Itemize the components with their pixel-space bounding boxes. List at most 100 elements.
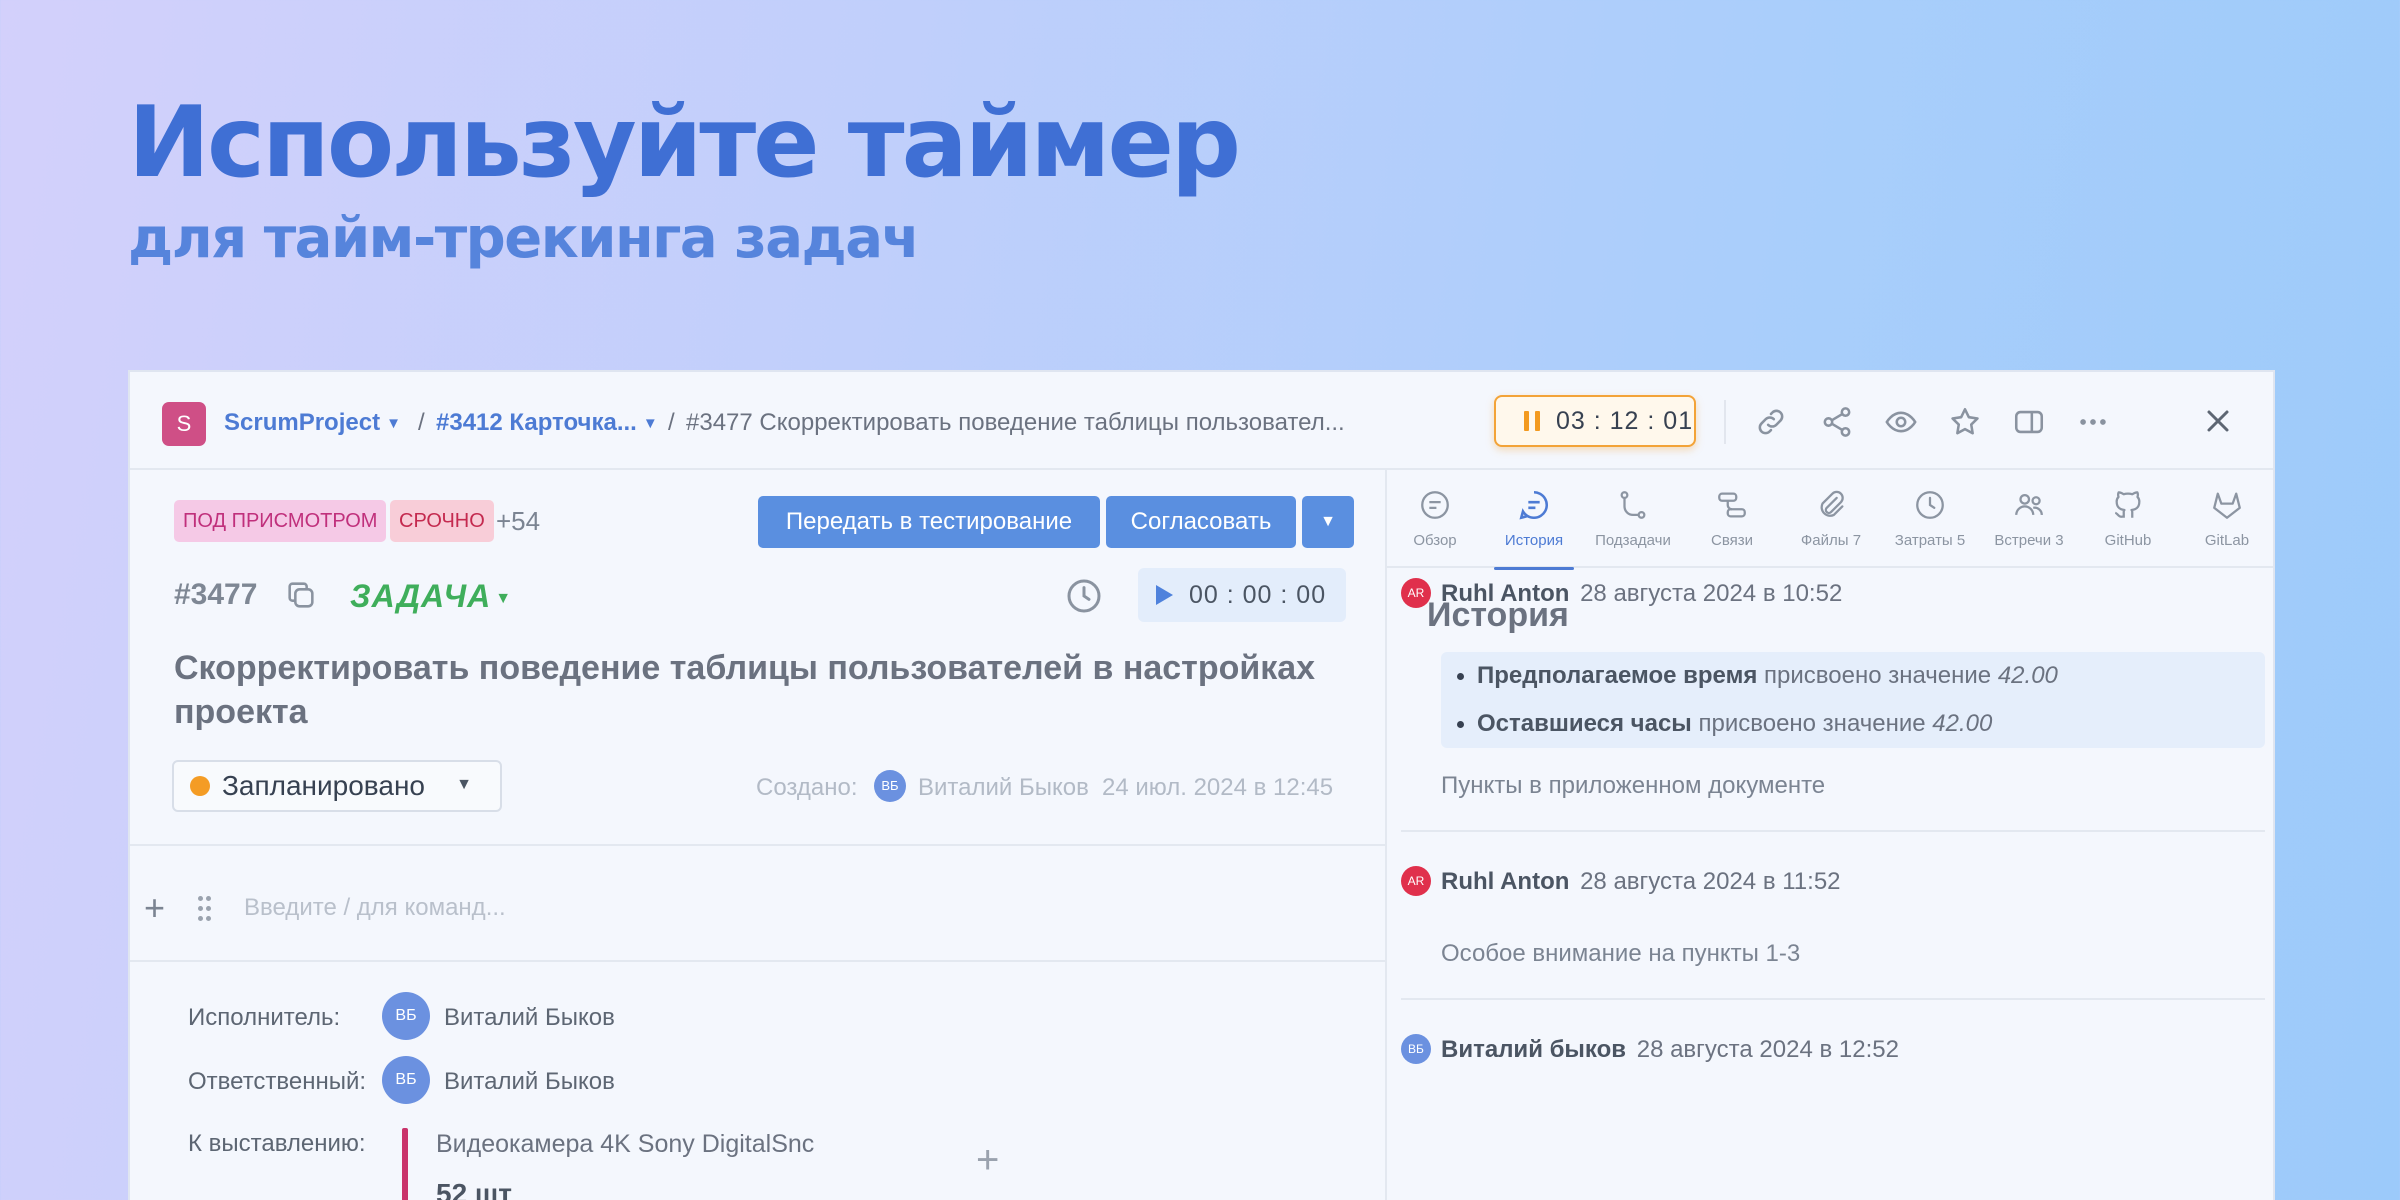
breadcrumb-separator: / bbox=[418, 409, 425, 436]
product-name[interactable]: Видеокамера 4K Sony DigitalSnc bbox=[436, 1130, 814, 1159]
project-avatar[interactable]: S bbox=[162, 402, 206, 446]
breadcrumb-project-label: ScrumProject bbox=[224, 409, 381, 436]
billing-label: К выставлению: bbox=[188, 1130, 366, 1157]
description-editor[interactable]: Введите / для команд... bbox=[244, 894, 506, 922]
clock-icon[interactable] bbox=[1064, 576, 1104, 616]
tag-urgent[interactable]: СРОЧНО bbox=[390, 500, 494, 542]
task-details-panel: ПОД ПРИСМОТРОМ СРОЧНО +54 Передать в тес… bbox=[130, 470, 1385, 1200]
panel-tabs: Обзор История Подзадачи Связи Файлы 7 За… bbox=[1387, 470, 2273, 570]
eye-icon[interactable] bbox=[1884, 405, 1918, 439]
change-value: 42.00 bbox=[1997, 662, 2058, 689]
change-field: Предполагаемое время bbox=[1477, 662, 1758, 689]
responsible-value[interactable]: Виталий Быков bbox=[444, 1068, 615, 1096]
tab-github[interactable]: GitHub bbox=[2080, 488, 2176, 568]
task-timer-value: 00 : 00 : 00 bbox=[1189, 580, 1327, 609]
copy-icon[interactable] bbox=[284, 578, 318, 612]
subtasks-icon bbox=[1620, 491, 1646, 519]
assignee-label: Исполнитель: bbox=[188, 1004, 341, 1031]
send-to-testing-button[interactable]: Передать в тестирование bbox=[758, 496, 1100, 548]
more-actions-dropdown[interactable]: ▼ bbox=[1302, 496, 1354, 548]
breadcrumb-parent-label: #3412 Карточка... bbox=[436, 409, 637, 436]
status-dropdown[interactable]: Запланировано ▼ bbox=[172, 760, 502, 812]
tab-label: Обзор bbox=[1413, 532, 1457, 549]
history-icon bbox=[1519, 490, 1548, 520]
pause-icon[interactable] bbox=[1524, 411, 1540, 431]
history-author-name: Виталий быков bbox=[1441, 1036, 1627, 1063]
overview-icon bbox=[1421, 491, 1449, 519]
divider bbox=[1401, 830, 2265, 832]
add-block-icon[interactable]: + bbox=[144, 890, 165, 926]
clock-icon bbox=[1916, 491, 1944, 519]
chevron-down-icon: ▼ bbox=[1320, 513, 1336, 530]
breadcrumb-parent[interactable]: #3412 Карточка... ▼ bbox=[436, 409, 658, 437]
activity-panel: Обзор История Подзадачи Связи Файлы 7 За… bbox=[1385, 470, 2273, 1200]
history-date: 28 августа 2024 в 11:52 bbox=[1580, 868, 1841, 895]
approve-button[interactable]: Согласовать bbox=[1106, 496, 1296, 548]
star-icon[interactable] bbox=[1948, 405, 1982, 439]
sidebar-icon[interactable] bbox=[2012, 405, 2046, 439]
running-timer[interactable]: 03 : 12 : 01 bbox=[1494, 395, 1696, 447]
people-icon bbox=[2015, 493, 2043, 516]
created-by: Виталий Быков bbox=[918, 774, 1089, 801]
divider bbox=[1401, 998, 2265, 1000]
breadcrumb-current: #3477 Скорректировать поведение таблицы … bbox=[686, 409, 1345, 436]
tab-label: GitHub bbox=[2104, 532, 2152, 549]
history-author-name: Ruhl Anton bbox=[1441, 580, 1570, 607]
avatar: AR bbox=[1401, 866, 1431, 896]
play-icon[interactable] bbox=[1156, 585, 1173, 605]
link-icon[interactable] bbox=[1754, 405, 1788, 439]
change-text: присвоено значение bbox=[1764, 662, 1992, 689]
tab-overview[interactable]: Обзор bbox=[1387, 488, 1483, 568]
tab-subtasks[interactable]: Подзадачи bbox=[1585, 488, 1681, 568]
close-icon[interactable] bbox=[2200, 403, 2236, 439]
github-icon bbox=[2114, 491, 2141, 518]
history-author: Виталий быков 28 августа 2024 в 12:52 bbox=[1441, 1036, 1899, 1064]
chevron-down-icon: ▼ bbox=[495, 590, 513, 607]
tab-label: Затраты 5 bbox=[1894, 532, 1966, 549]
task-type-label: ЗАДАЧА bbox=[350, 578, 492, 614]
tab-history[interactable]: История bbox=[1486, 488, 1582, 570]
tag-watch[interactable]: ПОД ПРИСМОТРОМ bbox=[174, 500, 387, 542]
history-author: Ruhl Anton 28 августа 2024 в 11:52 bbox=[1441, 868, 1841, 896]
history-comment: Пункты в приложенном документе bbox=[1441, 772, 1826, 799]
chevron-down-icon: ▼ bbox=[386, 415, 401, 432]
change-text: присвоено значение bbox=[1698, 710, 1926, 737]
product-quantity[interactable]: 52 шт bbox=[436, 1178, 512, 1200]
history-date: 28 августа 2024 в 10:52 bbox=[1580, 580, 1843, 607]
drag-handle-icon[interactable] bbox=[198, 896, 212, 922]
tab-links[interactable]: Связи bbox=[1684, 488, 1780, 568]
history-date: 28 августа 2024 в 12:52 bbox=[1636, 1036, 1899, 1063]
more-icon[interactable] bbox=[2076, 405, 2110, 439]
avatar: ВБ bbox=[874, 770, 906, 802]
change-item: Оставшиеся часы присвоено значение 42.00 bbox=[1456, 710, 1992, 738]
task-timer[interactable]: 00 : 00 : 00 bbox=[1138, 568, 1346, 622]
change-list: Предполагаемое время присвоено значение … bbox=[1441, 652, 2265, 748]
gitlab-icon bbox=[2213, 492, 2241, 519]
share-icon[interactable] bbox=[1820, 405, 1854, 439]
task-type-selector[interactable]: ЗАДАЧА ▼ bbox=[350, 578, 512, 615]
window-header: S ScrumProject ▼ / #3412 Карточка... ▼ / #… bbox=[130, 372, 2273, 470]
tab-gitlab[interactable]: GitLab bbox=[2179, 488, 2273, 568]
task-title[interactable]: Скорректировать поведение таблицы пользо… bbox=[174, 646, 1364, 734]
tab-costs[interactable]: Затраты 5 bbox=[1882, 488, 1978, 568]
product-accent bbox=[402, 1128, 408, 1200]
change-item: Предполагаемое время присвоено значение … bbox=[1457, 662, 2058, 690]
add-product-icon[interactable]: + bbox=[976, 1140, 999, 1180]
links-icon bbox=[1718, 492, 1746, 518]
status-dot bbox=[190, 776, 210, 796]
avatar: ВБ bbox=[1401, 1034, 1431, 1064]
divider bbox=[1724, 400, 1726, 444]
chevron-down-icon: ▼ bbox=[456, 776, 472, 793]
tags-more-count[interactable]: +54 bbox=[496, 506, 540, 537]
avatar[interactable]: ВБ bbox=[382, 992, 430, 1040]
status-label: Запланировано bbox=[222, 770, 425, 801]
created-date: 24 июл. 2024 в 12:45 bbox=[1102, 774, 1334, 801]
tab-meetings[interactable]: Встречи 3 bbox=[1981, 488, 2077, 568]
tab-label: GitLab bbox=[2204, 532, 2250, 549]
breadcrumb-project[interactable]: ScrumProject ▼ bbox=[224, 409, 401, 437]
tab-files[interactable]: Файлы 7 bbox=[1783, 488, 1879, 568]
divider bbox=[130, 844, 1385, 846]
avatar[interactable]: ВБ bbox=[382, 1056, 430, 1104]
history-author-name: Ruhl Anton bbox=[1441, 868, 1570, 895]
assignee-value[interactable]: Виталий Быков bbox=[444, 1004, 615, 1032]
